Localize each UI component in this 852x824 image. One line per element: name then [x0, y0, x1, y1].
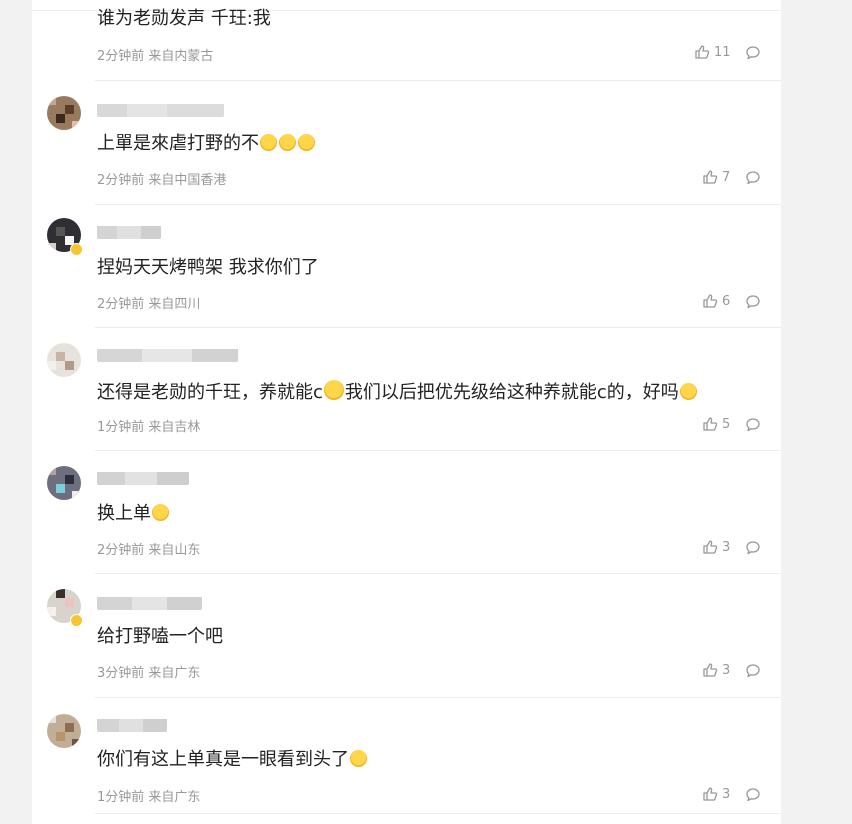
comment-meta: 2分钟前 来自四川 — [97, 297, 201, 312]
like-button[interactable]: 11 — [694, 44, 731, 60]
divider — [95, 813, 781, 814]
like-button[interactable]: 3 — [702, 662, 730, 678]
comment-text: 谁为老勋发声 千玨:我 — [97, 8, 271, 29]
like-count: 11 — [714, 44, 731, 60]
username-blurred[interactable] — [97, 718, 167, 732]
speech-bubble-icon[interactable] — [745, 170, 761, 186]
comment-meta: 1分钟前 来自广东 — [97, 790, 201, 805]
crying-emoji-icon — [260, 134, 277, 151]
avatar[interactable] — [47, 714, 81, 748]
comment-meta: 2分钟前 来自内蒙古 — [97, 49, 214, 64]
username-blurred[interactable] — [97, 596, 202, 610]
thumbs-up-icon — [703, 663, 718, 677]
verified-badge-icon — [70, 243, 83, 256]
crying-emoji-icon — [279, 134, 296, 151]
avatar[interactable] — [47, 466, 81, 500]
comment-text: 换上单 — [97, 503, 170, 525]
thumbs-up-icon — [703, 417, 718, 431]
like-count: 3 — [722, 786, 731, 802]
thumbs-up-icon — [703, 787, 718, 801]
username-blurred[interactable] — [97, 225, 161, 239]
comment-text: 捏妈天天烤鸭架 我求你们了 — [97, 257, 319, 278]
comment-item: 捏妈天天烤鸭架 我求你们了 2分钟前 来自四川 6 — [32, 205, 781, 328]
comment-item: 给打野嗑一个吧 3分钟前 来自广东 3 — [32, 574, 781, 697]
smile-emoji-icon — [152, 504, 169, 521]
like-count: 7 — [722, 169, 731, 185]
speech-bubble-icon[interactable] — [745, 45, 761, 61]
crying-face-emoji-icon — [323, 380, 344, 400]
avatar[interactable] — [47, 343, 81, 377]
comment-item: 换上单 2分钟前 来自山东 3 — [32, 451, 781, 574]
comment-text: 你们有这上单真是一眼看到头了 — [97, 749, 368, 771]
like-button[interactable]: 3 — [702, 786, 730, 802]
comment-list: 谁为老勋发声 千玨:我 2分钟前 来自内蒙古 11 上單是來虐打野的不 2分钟前… — [32, 0, 781, 824]
comment-item: 上單是來虐打野的不 2分钟前 来自中国香港 7 — [32, 81, 781, 204]
shrug-emoji-icon — [679, 383, 697, 400]
avatar[interactable] — [47, 96, 81, 130]
comment-meta: 3分钟前 来自广东 — [97, 666, 201, 681]
thumbs-up-icon — [703, 294, 718, 308]
thumbs-up-icon — [703, 170, 718, 184]
comment-item: 还得是老勋的千玨，养就能c 我们以后把优先级给这种养就能c的，好吗 1分钟前 来自… — [32, 328, 781, 451]
speech-bubble-icon[interactable] — [745, 417, 761, 433]
speech-bubble-icon[interactable] — [745, 540, 761, 556]
like-button[interactable]: 6 — [702, 293, 730, 309]
speech-bubble-icon[interactable] — [745, 663, 761, 679]
like-count: 3 — [722, 662, 731, 678]
thumbs-up-icon — [703, 540, 718, 554]
rofl-emoji-icon — [350, 750, 367, 767]
comment-meta: 1分钟前 来自吉林 — [97, 420, 201, 435]
comment-item: 谁为老勋发声 千玨:我 2分钟前 来自内蒙古 11 — [32, 0, 781, 80]
comment-text: 还得是老勋的千玨，养就能c 我们以后把优先级给这种养就能c的，好吗 — [97, 380, 698, 404]
like-count: 5 — [722, 416, 731, 432]
like-count: 6 — [722, 293, 731, 309]
comment-text: 上單是來虐打野的不 — [97, 133, 316, 155]
speech-bubble-icon[interactable] — [745, 294, 761, 310]
verified-badge-icon — [70, 614, 83, 627]
like-button[interactable]: 7 — [702, 169, 730, 185]
speech-bubble-icon[interactable] — [745, 787, 761, 803]
crying-emoji-icon — [298, 134, 315, 151]
username-blurred[interactable] — [97, 471, 189, 485]
comment-item: 你们有这上单真是一眼看到头了 1分钟前 来自广东 3 — [32, 698, 781, 813]
like-count: 3 — [722, 539, 731, 555]
comment-meta: 2分钟前 来自中国香港 — [97, 173, 227, 188]
comment-meta: 2分钟前 来自山东 — [97, 543, 201, 558]
comment-text: 给打野嗑一个吧 — [97, 626, 223, 647]
thumbs-up-icon — [695, 45, 710, 59]
username-blurred[interactable] — [97, 103, 224, 117]
username-blurred[interactable] — [97, 348, 238, 362]
like-button[interactable]: 5 — [702, 416, 730, 432]
like-button[interactable]: 3 — [702, 539, 730, 555]
